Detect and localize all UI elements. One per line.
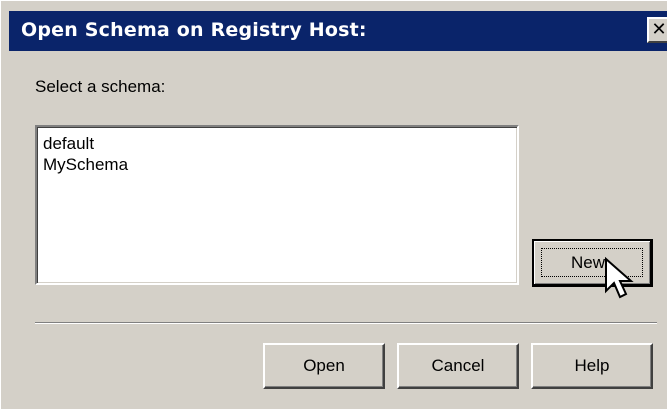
- cancel-button[interactable]: Cancel: [397, 343, 519, 389]
- close-icon: ✕: [651, 19, 667, 40]
- new-button[interactable]: New: [532, 239, 653, 287]
- cancel-button-label: Cancel: [431, 356, 485, 375]
- title-bar: Open Schema on Registry Host: ✕: [9, 11, 667, 51]
- select-schema-label: Select a schema:: [35, 77, 166, 96]
- list-item[interactable]: default: [41, 133, 517, 154]
- close-button[interactable]: ✕: [647, 17, 667, 43]
- open-button[interactable]: Open: [263, 343, 385, 389]
- open-button-label: Open: [303, 356, 345, 375]
- separator: [35, 322, 657, 324]
- open-schema-dialog: Open Schema on Registry Host: ✕ Select a…: [0, 0, 667, 409]
- help-button[interactable]: Help: [531, 343, 653, 389]
- schema-list[interactable]: default MySchema: [35, 125, 519, 285]
- list-item[interactable]: MySchema: [41, 154, 517, 175]
- help-button-label: Help: [574, 356, 610, 375]
- new-button-label: New: [570, 252, 605, 272]
- dialog-title: Open Schema on Registry Host:: [21, 19, 367, 41]
